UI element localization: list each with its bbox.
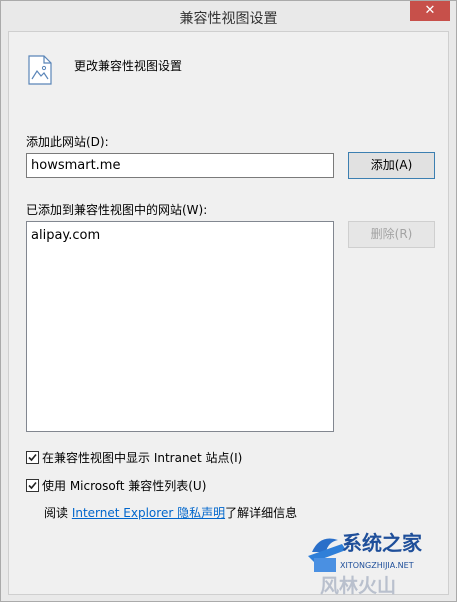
ms-list-option[interactable]: 使用 Microsoft 兼容性列表(U)	[26, 477, 206, 493]
dialog-body: 更改兼容性视图设置 添加此网站(D): 添加(A) 已添加到兼容性视图中的网站(…	[8, 31, 449, 595]
privacy-prefix: 阅读	[44, 506, 72, 520]
privacy-suffix: 了解详细信息	[225, 506, 298, 520]
intranet-option[interactable]: 在兼容性视图中显示 Intranet 站点(I)	[26, 449, 242, 465]
added-sites-list[interactable]: alipay.com	[26, 221, 334, 432]
watermark-logo: 系统之家 XITONGZHIJIA.NET 风林火山	[308, 531, 423, 596]
intranet-label: 在兼容性视图中显示 Intranet 站点(I)	[42, 450, 243, 465]
checkmark-icon	[28, 481, 37, 489]
ms-list-label: 使用 Microsoft 兼容性列表(U)	[42, 478, 207, 493]
ms-list-checkbox[interactable]	[26, 478, 39, 492]
privacy-row: 阅读 Internet Explorer 隐私声明了解详细信息	[44, 504, 297, 521]
remove-button: 删除(R)	[348, 221, 435, 248]
title-bar[interactable]: 兼容性视图设置 ✕	[1, 1, 456, 31]
add-site-input[interactable]	[26, 153, 334, 178]
add-site-label: 添加此网站(D):	[26, 135, 109, 149]
intranet-checkbox[interactable]	[26, 450, 39, 464]
list-item[interactable]: alipay.com	[31, 227, 329, 244]
added-sites-label: 已添加到兼容性视图中的网站(W):	[26, 203, 208, 217]
header-text: 更改兼容性视图设置	[74, 59, 183, 73]
compat-view-dialog: 兼容性视图设置 ✕ 更改兼容性视图设置 添加此网站(D): 添加(A) 已添加到…	[0, 0, 457, 602]
watermark-sub: 风林火山	[320, 574, 396, 596]
close-button[interactable]: ✕	[410, 1, 450, 21]
watermark-brand: 系统之家	[342, 531, 423, 555]
watermark-url: XITONGZHIJIA.NET	[340, 561, 414, 570]
checkmark-icon	[28, 453, 37, 461]
add-button[interactable]: 添加(A)	[348, 152, 435, 179]
privacy-link[interactable]: Internet Explorer 隐私声明	[72, 506, 225, 520]
window-title: 兼容性视图设置	[179, 11, 278, 27]
document-picture-icon	[28, 55, 52, 85]
